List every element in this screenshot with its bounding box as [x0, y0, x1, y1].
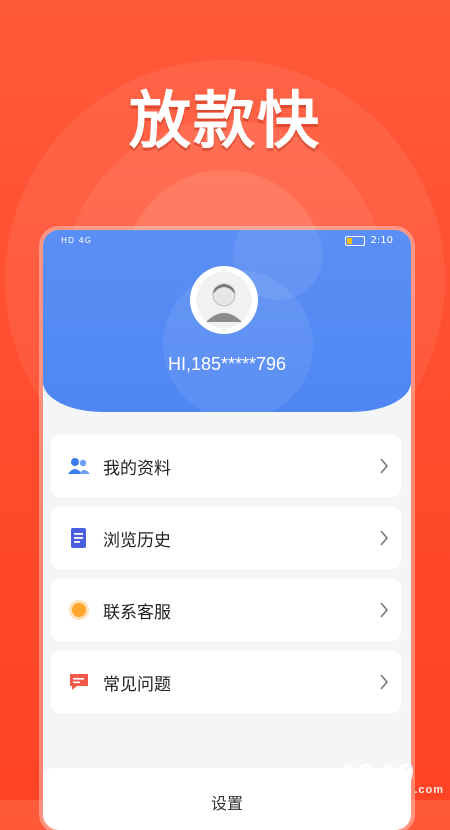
faq-icon — [65, 668, 93, 696]
watermark-text: 4040 — [334, 757, 415, 795]
menu-item-support[interactable]: 联系客服 — [51, 579, 401, 641]
menu-item-profile[interactable]: 我的资料 — [51, 435, 401, 497]
support-icon — [65, 596, 93, 624]
chevron-right-icon — [380, 674, 389, 690]
user-greeting: HI,185*****796 — [167, 354, 287, 374]
menu-list: 我的资料 浏览历史 联系客服 常见问题 — [51, 435, 401, 723]
promo-headline: 放款快 — [128, 84, 321, 157]
watermark-suffix: .com — [414, 784, 444, 796]
chevron-right-icon — [380, 530, 389, 546]
clock: 2:10 — [370, 235, 393, 246]
menu-label: 常见问题 — [103, 674, 171, 695]
menu-label: 浏览历史 — [103, 530, 171, 551]
document-icon — [65, 524, 93, 552]
avatar[interactable] — [190, 266, 258, 334]
status-bar: HD 4G 2:10 — [43, 230, 411, 252]
battery-icon — [344, 235, 365, 246]
chevron-right-icon — [380, 602, 389, 618]
status-right: 2:10 — [344, 235, 393, 246]
users-icon — [65, 452, 93, 480]
user-avatar-icon — [196, 272, 252, 328]
signal-indicator: HD 4G — [61, 236, 93, 245]
menu-label: 联系客服 — [103, 602, 171, 623]
menu-item-history[interactable]: 浏览历史 — [51, 507, 401, 569]
profile-header: HD 4G 2:10 HI,185*****796 — [43, 230, 411, 412]
phone-screen: HD 4G 2:10 HI,185*****796 我的资料 浏览历史 联系客服… — [43, 230, 411, 830]
menu-label: 我的资料 — [103, 458, 171, 479]
menu-item-faq[interactable]: 常见问题 — [51, 651, 401, 713]
chevron-right-icon — [380, 458, 389, 474]
watermark-logo: 4040.com — [335, 757, 444, 796]
